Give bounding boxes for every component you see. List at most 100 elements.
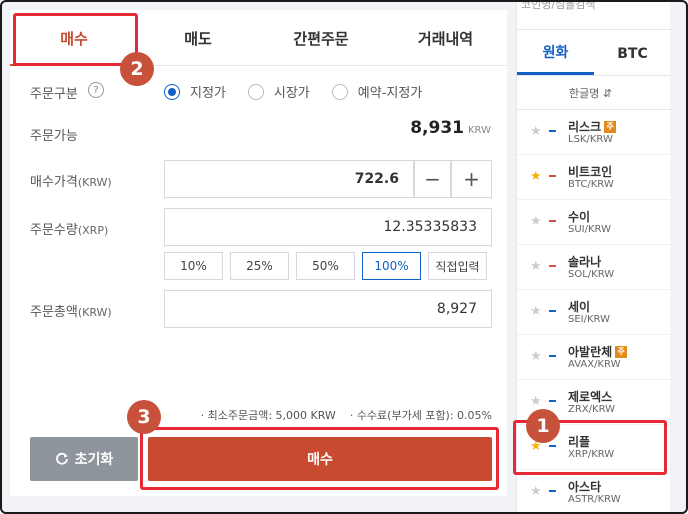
coin-row[interactable]: ★ 아발란체 주 AVAX/KRW: [517, 335, 671, 380]
reset-button[interactable]: 초기화: [30, 437, 138, 481]
trend-mark-icon: [549, 130, 556, 132]
radio-reserve-limit[interactable]: 예약-지정가: [331, 82, 423, 101]
favorite-star-icon[interactable]: ★: [530, 484, 542, 499]
coin-name-text: 아스타: [568, 480, 602, 494]
step-badge-1: 1: [526, 409, 560, 443]
refresh-icon: [55, 452, 68, 465]
coin-name-text: 리스크: [568, 120, 602, 134]
favorite-star-icon[interactable]: ★: [530, 259, 542, 274]
radio-label: 시장가: [273, 86, 310, 101]
price-input[interactable]: 722.6: [164, 160, 414, 198]
coin-name-text: 솔라나: [568, 255, 602, 269]
coin-pair: BTC/KRW: [568, 179, 614, 190]
fee-note: 수수료(부가세 포함): 0.05%: [350, 407, 492, 423]
total-input[interactable]: 8,927: [164, 290, 492, 328]
available-value: 8,931: [410, 118, 464, 138]
available-unit: KRW: [468, 125, 491, 136]
coin-row[interactable]: ★ 수이 SUI/KRW: [517, 200, 671, 245]
available-label: 주문가능: [30, 129, 78, 144]
trend-mark-icon: [549, 400, 556, 402]
radio-dot-icon: [247, 83, 264, 100]
highlight-box-buy-tab: [13, 13, 138, 66]
coin-name-text: 아발란체: [568, 345, 613, 359]
price-decrease-button[interactable]: −: [414, 160, 451, 198]
price-label: 매수가격(KRW): [30, 171, 112, 190]
tab-simple-order[interactable]: 간편주문: [258, 10, 384, 66]
app-window: 매수 매도 간편주문 거래내역 주문구분 ? 지정가 시장가 예약-지정가 주문…: [0, 0, 688, 514]
coin-pair: AVAX/KRW: [568, 359, 621, 370]
coin-row[interactable]: ★ 아스타 ASTR/KRW: [517, 470, 671, 512]
radio-limit[interactable]: 지정가: [164, 82, 226, 101]
favorite-star-icon[interactable]: ★: [530, 349, 542, 364]
caution-badge: 주: [615, 345, 628, 358]
help-icon[interactable]: ?: [88, 82, 104, 98]
column-header-name[interactable]: 한글명 ⇵: [517, 76, 671, 110]
coin-row[interactable]: ★ 솔라나 SOL/KRW: [517, 245, 671, 290]
qty-label-text: 주문수량: [30, 223, 78, 238]
highlight-box-buy-button: [140, 427, 499, 490]
favorite-star-icon[interactable]: ★: [530, 394, 542, 409]
pct-custom-button[interactable]: 직접입력: [428, 252, 487, 280]
order-type-label: 주문구분: [30, 87, 78, 102]
coin-name: 수이: [568, 208, 590, 225]
trend-mark-icon: [549, 220, 556, 222]
coin-pair: SOL/KRW: [568, 269, 615, 280]
price-label-unit: (KRW): [77, 176, 112, 189]
total-label-unit: (KRW): [77, 306, 112, 319]
min-order-note: 최소주문금액: 5,000 KRW: [201, 407, 336, 423]
available-amount: 8,931 KRW: [410, 118, 491, 138]
tab-krw[interactable]: 원화: [517, 32, 594, 75]
caution-badge: 주: [604, 120, 617, 133]
qty-input[interactable]: 12.35335833: [164, 208, 492, 246]
coin-name: 제로엑스: [568, 388, 612, 405]
price-increase-button[interactable]: +: [451, 160, 492, 198]
favorite-star-icon[interactable]: ★: [530, 124, 542, 139]
trend-mark-icon: [549, 310, 556, 312]
coin-row[interactable]: ★ 리스크 주 LSK/KRW: [517, 110, 671, 155]
favorite-star-icon[interactable]: ★: [530, 214, 542, 229]
coin-name: 세이: [568, 298, 590, 315]
step-badge-3: 3: [127, 400, 161, 434]
coin-row[interactable]: ★ 비트코인 BTC/KRW: [517, 155, 671, 200]
qty-label-unit: (XRP): [77, 224, 109, 237]
order-notes: 최소주문금액: 5,000 KRW 수수료(부가세 포함): 0.05%: [201, 407, 492, 423]
coin-name-text: 수이: [568, 210, 591, 224]
coin-name: 리스크 주: [568, 118, 617, 135]
trend-mark-icon: [549, 355, 556, 357]
coin-pair: SEI/KRW: [568, 314, 610, 325]
trend-mark-icon: [549, 265, 556, 267]
step-badge-2: 2: [120, 52, 154, 86]
coin-name-text: 세이: [568, 300, 591, 314]
pct-25-button[interactable]: 25%: [230, 252, 289, 280]
favorite-star-icon[interactable]: ★: [530, 304, 542, 319]
radio-label: 예약-지정가: [357, 86, 423, 101]
coin-name-text: 제로엑스: [568, 390, 613, 404]
coin-pair: LSK/KRW: [568, 134, 613, 145]
order-type-radios: 지정가 시장가 예약-지정가: [164, 82, 444, 101]
coin-pair: ZRX/KRW: [568, 404, 616, 415]
order-panel: 매수 매도 간편주문 거래내역 주문구분 ? 지정가 시장가 예약-지정가 주문…: [10, 10, 507, 496]
tab-btc[interactable]: BTC: [594, 32, 671, 75]
radio-dot-icon: [331, 83, 348, 100]
total-label: 주문총액(KRW): [30, 301, 112, 320]
tab-history[interactable]: 거래내역: [384, 10, 507, 66]
favorite-star-icon[interactable]: ★: [530, 169, 542, 184]
coin-search[interactable]: 코인명/심볼검색: [517, 2, 671, 30]
total-label-text: 주문총액: [30, 305, 78, 320]
coin-pair: SUI/KRW: [568, 224, 611, 235]
coin-row[interactable]: ★ 세이 SEI/KRW: [517, 290, 671, 335]
coin-name: 비트코인: [568, 163, 612, 180]
market-tabs: 원화 BTC: [517, 32, 671, 76]
percent-buttons: 10% 25% 50% 100% 직접입력: [164, 252, 487, 280]
price-label-text: 매수가격: [30, 175, 78, 190]
radio-label: 지정가: [190, 86, 226, 101]
coin-pair: ASTR/KRW: [568, 494, 621, 505]
radio-dot-icon: [164, 83, 180, 100]
pct-100-button[interactable]: 100%: [362, 252, 421, 280]
qty-label: 주문수량(XRP): [30, 219, 108, 238]
pct-50-button[interactable]: 50%: [296, 252, 355, 280]
radio-market[interactable]: 시장가: [247, 82, 310, 101]
reset-label: 초기화: [74, 452, 114, 468]
tab-sell[interactable]: 매도: [138, 10, 258, 66]
pct-10-button[interactable]: 10%: [164, 252, 223, 280]
